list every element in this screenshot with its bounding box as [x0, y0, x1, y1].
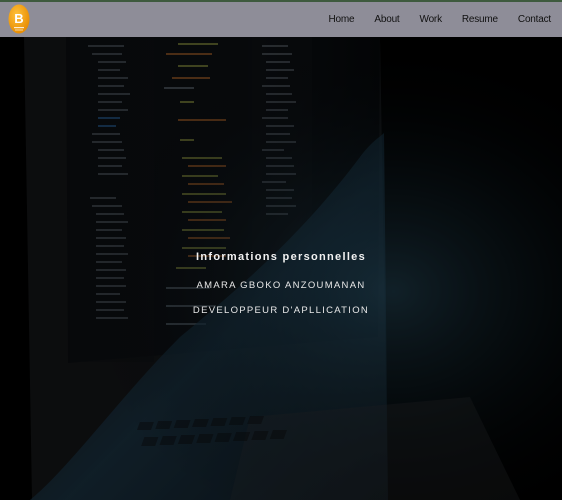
nav-work-link[interactable]: Work — [420, 14, 443, 25]
logo-letter: B — [14, 11, 23, 26]
nav-about-link[interactable]: About — [374, 14, 399, 25]
hero-background-image — [0, 37, 562, 500]
person-name: AMARA GBOKO ANZOUMANAN — [196, 280, 366, 291]
main-nav: Home About Work Resume Contact — [309, 2, 552, 37]
hero-section — [0, 37, 562, 500]
page: B Home About Work Resume Contact Informa… — [0, 0, 562, 500]
nav-contact-link[interactable]: Contact — [518, 14, 551, 25]
personal-info-heading: Informations personnelles — [195, 251, 367, 263]
person-role: DEVELOPPEUR D'APLLICATION — [192, 305, 370, 316]
bitcoin-logo-icon[interactable]: B — [8, 4, 30, 34]
nav-home-link[interactable]: Home — [329, 14, 355, 25]
top-navbar: B Home About Work Resume Contact — [0, 0, 562, 37]
nav-resume-link[interactable]: Resume — [462, 14, 498, 25]
